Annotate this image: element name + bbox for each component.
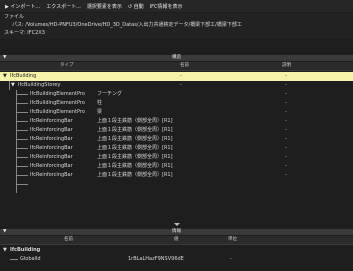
file-info: ファイル パス: /Volumes/HD-PNFU3/OneDrive/HD_3… (0, 13, 353, 39)
row-name: 上面１段主鉄筋（側部全周）[R1] (97, 172, 173, 178)
property-row[interactable]: GlobalId 1rBLaLHazF9NSV96dE - (0, 255, 353, 264)
row-type: IfcReinforcingBar (30, 163, 73, 169)
tree-row-ifcbuildingstorey[interactable]: ▼ IfcBuildingStorey - - (0, 81, 353, 90)
tree-row[interactable]: IfcReinforcingBar 上面１段主鉄筋（側部全周）[R1] - (0, 135, 353, 144)
row-description: - (285, 127, 287, 133)
row-description: - (285, 118, 287, 124)
property-unit: - (230, 256, 232, 262)
tree-row[interactable]: IfcReinforcingBar 上面１段主鉄筋（側部全周）[R1] - (0, 144, 353, 153)
expand-toggle-icon[interactable]: ▼ (3, 246, 7, 255)
row-description: - (285, 73, 287, 79)
file-label: ファイル (4, 14, 25, 20)
row-type: IfcReinforcingBar (30, 136, 73, 142)
row-description: - (285, 154, 287, 160)
row-name: フーチング (97, 91, 123, 97)
path-line: パス: /Volumes/HD-PNFU3/OneDrive/HD_3D_Dat… (12, 21, 242, 29)
expand-toggle-icon[interactable]: ▼ (3, 72, 7, 81)
row-description: - (285, 163, 287, 169)
column-unit[interactable]: 単位 (228, 236, 237, 244)
tree-row[interactable]: IfcReinforcingBar 上面１段主鉄筋（側部全周）[R1] - (0, 126, 353, 135)
tree-row[interactable]: IfcBuildingElementPro 柱 - (0, 99, 353, 108)
row-type: IfcReinforcingBar (30, 172, 73, 178)
auto-toggle[interactable]: ↺ 自動 (128, 3, 144, 10)
splitter-handle-icon[interactable] (172, 223, 182, 226)
structure-panel-title: 構造 (172, 55, 181, 60)
row-name: 上面１段主鉄筋（側部全周）[R1] (97, 163, 173, 169)
row-name: 柱 (97, 100, 103, 106)
info-panel-bar[interactable]: ▼ 情報 (0, 229, 353, 235)
tree-row[interactable]: IfcReinforcingBar 上面１段主鉄筋（側部全周）[R1] - (0, 171, 353, 180)
property-value: 1rBLaLHazF9NSV96dE (128, 256, 184, 262)
row-type: IfcBuilding (10, 73, 37, 79)
row-type: IfcBuildingElementPro (30, 109, 85, 115)
row-name: - (180, 73, 182, 79)
row-name: 上面１段主鉄筋（側部全周）[R1] (97, 154, 173, 160)
show-ifc-info-button[interactable]: IFC情報を表示 (150, 3, 183, 10)
path-value: /Volumes/HD-PNFU3/OneDrive/HD_3D_Datas/入… (25, 22, 242, 28)
row-type: IfcReinforcingBar (30, 154, 73, 160)
info-panel-title: 情報 (172, 229, 181, 234)
column-name[interactable]: 名前 (64, 236, 73, 244)
path-label: パス: (12, 22, 24, 28)
ifc-viewer-window: ▶ インポート... エクスポート... 選択要素を表示 ↺ 自動 IFC情報を… (0, 0, 353, 271)
row-type: IfcBuildingElementPro (30, 100, 85, 106)
info-properties[interactable]: ▼ IfcBuilding GlobalId 1rBLaLHazF9NSV96d… (0, 246, 353, 271)
tree-row[interactable]: IfcBuildingElementPro 梁 - (0, 108, 353, 117)
info-column-header: 名前 値 単位 (0, 236, 353, 245)
tree-connector (16, 184, 28, 185)
tree-row[interactable]: IfcReinforcingBar 上面１段主鉄筋（側部全周）[R1] - (0, 153, 353, 162)
tree-row-ifcbuilding[interactable]: ▼ IfcBuilding - - (0, 72, 353, 81)
row-name: 梁 (97, 109, 103, 115)
structure-tree[interactable]: ▼ IfcBuilding - - ▼ IfcBuildingStorey - … (0, 72, 353, 232)
row-type: IfcReinforcingBar (30, 118, 73, 124)
column-value[interactable]: 値 (174, 236, 179, 244)
import-button[interactable]: ▶ インポート... (5, 3, 40, 10)
row-name: 上面１段主鉄筋（側部全周）[R1] (97, 145, 173, 151)
property-group-row[interactable]: ▼ IfcBuilding (0, 246, 353, 255)
row-type: IfcBuildingElementPro (30, 91, 85, 97)
schema-line: スキーマ: IFC2X3 (4, 29, 45, 37)
structure-panel-bar[interactable]: ▼ 構造 (0, 55, 353, 61)
column-type[interactable]: タイプ (60, 62, 74, 70)
row-description: - (285, 136, 287, 142)
property-group-name: IfcBuilding (10, 247, 41, 253)
row-description: - (285, 91, 287, 97)
row-description: - (285, 82, 287, 88)
property-name: GlobalId (20, 256, 41, 262)
row-type: IfcReinforcingBar (30, 127, 73, 133)
structure-column-header: タイプ 名前 説明 (0, 62, 353, 71)
row-description: - (285, 172, 287, 178)
toolbar: ▶ インポート... エクスポート... 選択要素を表示 ↺ 自動 IFC情報を… (0, 0, 353, 12)
column-description[interactable]: 説明 (282, 62, 291, 70)
tree-row[interactable]: IfcReinforcingBar 上面１段主鉄筋（側部全周）[R1] - (0, 117, 353, 126)
export-button[interactable]: エクスポート... (46, 3, 81, 10)
expand-toggle-icon[interactable]: ▼ (11, 81, 15, 90)
schema-value: IFC2X3 (27, 30, 45, 36)
tree-row[interactable]: IfcReinforcingBar 上面１段主鉄筋（側部全周）[R1] - (0, 162, 353, 171)
column-name[interactable]: 名前 (180, 62, 189, 70)
row-description: - (285, 100, 287, 106)
row-type: IfcBuildingStorey (18, 82, 61, 88)
row-description: - (285, 145, 287, 151)
schema-label: スキーマ: (4, 30, 26, 36)
row-type: IfcReinforcingBar (30, 145, 73, 151)
tree-row[interactable]: IfcBuildingElementPro フーチング - (0, 90, 353, 99)
row-name: - (180, 82, 182, 88)
row-name: 上面１段主鉄筋（側部全周）[R1] (97, 127, 173, 133)
row-name: 上面１段主鉄筋（側部全周）[R1] (97, 118, 173, 124)
row-name: 上面１段主鉄筋（側部全周）[R1] (97, 136, 173, 142)
show-selected-button[interactable]: 選択要素を表示 (87, 3, 122, 10)
row-description: - (285, 109, 287, 115)
